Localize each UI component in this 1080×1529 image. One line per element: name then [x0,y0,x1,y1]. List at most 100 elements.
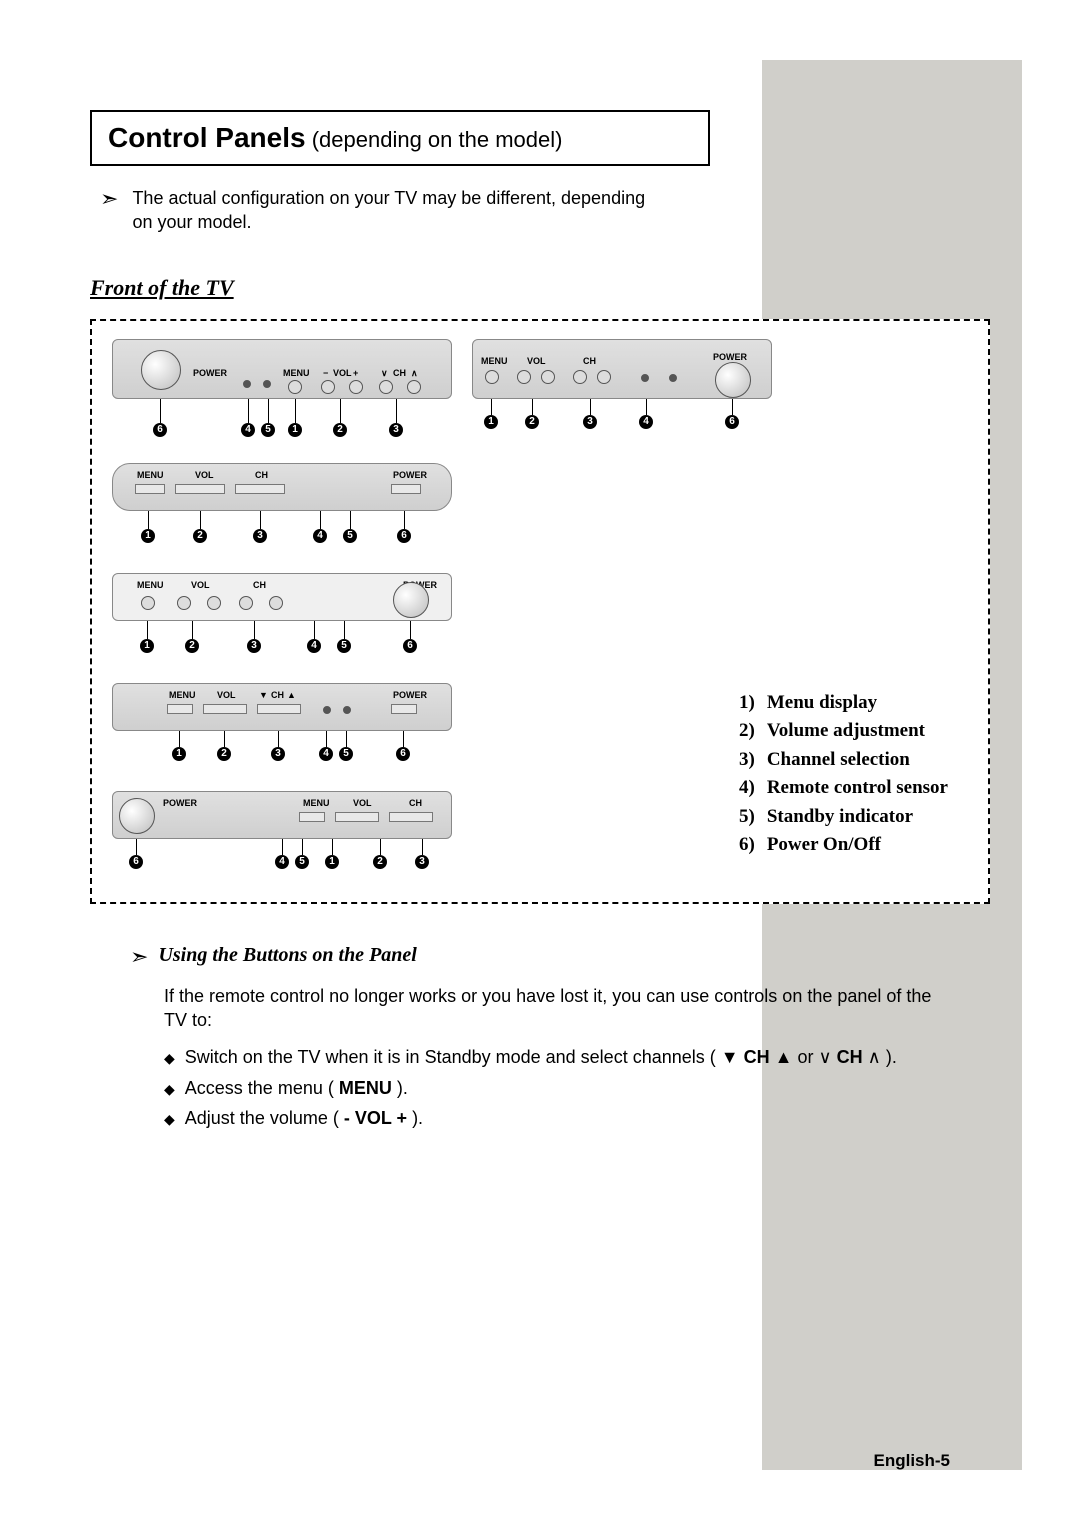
callout-d4: 4 [307,639,321,653]
legend-num-3: 3) [733,746,755,775]
callout-f4: 4 [275,855,289,869]
callout-e5: 5 [339,747,353,761]
callout-f3: 3 [415,855,429,869]
callout-d6: 6 [403,639,417,653]
vol-label: VOL [333,368,352,378]
ch-label-f: CH [409,798,422,808]
callout-c1: 1 [141,529,155,543]
sensor-dot [243,380,251,388]
menu-label-f: MENU [303,798,330,808]
b1e: ). [886,1047,897,1067]
rect-ch [235,484,285,494]
callout-b1: 1 [484,415,498,429]
chev-down-icon: ∨ [818,1047,831,1067]
callout-d3: 3 [247,639,261,653]
callout-3: 3 [389,423,403,437]
panel-variant-a: POWER MENU − VOL + ∨ CH ∧ [112,339,452,399]
callout-d2: 2 [185,639,199,653]
callout-f2: 2 [373,855,387,869]
menu-label-c: MENU [137,470,164,480]
callout-1: 1 [288,423,302,437]
using-block: ➣ Using the Buttons on the Panel If the … [130,944,990,1134]
using-intro: If the remote control no longer works or… [164,984,954,1033]
menu-label-e: MENU [169,690,196,700]
title-box: Control Panels (depending on the model) [90,110,710,166]
legend-num-4: 4) [733,774,755,803]
ch-label-b: CH [583,356,596,366]
power-label-e: POWER [393,690,427,700]
bullet-1: ◆ Switch on the TV when it is in Standby… [164,1042,990,1073]
callout-b4: 4 [639,415,653,429]
page-content: Control Panels (depending on the model) … [0,0,1080,1134]
callout-c6: 6 [397,529,411,543]
vol-down-b [517,370,531,384]
power-b [715,362,751,398]
vol-up-b [541,370,555,384]
b3a: Adjust the volume ( [185,1108,344,1128]
legend-text-3: Channel selection [767,746,910,775]
vol-label-e: VOL [217,690,236,700]
menu-btn [288,380,302,394]
ch-label-e: CH [271,690,284,700]
tri-down-icon: ▼ [721,1047,739,1067]
front-of-tv-heading: Front of the TV [90,275,990,301]
vol-plus-label: + [353,368,358,378]
callout-e4: 4 [319,747,333,761]
bullet-3: ◆ Adjust the volume ( - VOL + ). [164,1103,990,1134]
vol-label-c: VOL [195,470,214,480]
ch-up-b [597,370,611,384]
rect-power [391,484,421,494]
callout-6: 6 [153,423,167,437]
power-button [141,350,181,390]
panel-variant-e: MENU VOL ▼ CH ▲ POWER [112,683,452,731]
menu-label-b: MENU [481,356,508,366]
standby-dot [263,380,271,388]
b2a: Access the menu ( [185,1078,339,1098]
callout-f6: 6 [129,855,143,869]
legend-num-2: 2) [733,717,755,746]
menu-btn-b [485,370,499,384]
note-arrow-icon: ➣ [100,188,118,210]
power-label-c: POWER [393,470,427,480]
ch-label: CH [393,368,406,378]
diagram-box: POWER MENU − VOL + ∨ CH ∧ 6 4 5 1 2 3 [90,319,990,904]
vol-label-f: VOL [353,798,372,808]
tri-up-icon: ▲ [775,1047,793,1067]
diamond-icon: ◆ [164,1108,175,1134]
title-light: (depending on the model) [306,127,563,152]
using-arrow-icon: ➣ [130,944,148,970]
sensor-b [641,374,649,382]
legend-num-1: 1) [733,689,755,718]
callout-f1: 1 [325,855,339,869]
bullet-2: ◆ Access the menu ( MENU ). [164,1073,990,1104]
callout-e6: 6 [396,747,410,761]
callout-f5: 5 [295,855,309,869]
vol-minus-label: − [323,368,328,378]
legend-text-1: Menu display [767,689,877,718]
b1c: or [797,1047,818,1067]
page-number: English-5 [873,1451,950,1471]
power-d [393,582,429,618]
legend-num-5: 5) [733,803,755,832]
vol-label-b: VOL [527,356,546,366]
callout-b6: 6 [725,415,739,429]
panel-variant-c: MENU VOL CH POWER [112,463,452,511]
diamond-icon: ◆ [164,1078,175,1104]
ch-up-btn [407,380,421,394]
panel-variant-f: POWER MENU VOL CH [112,791,452,839]
callout-e3: 3 [271,747,285,761]
standby-b [669,374,677,382]
callout-b2: 2 [525,415,539,429]
legend-text-6: Power On/Off [767,831,881,860]
panel-variant-d: MENU VOL CH POWER [112,573,452,621]
ch-label-d: CH [253,580,266,590]
b1a: Switch on the TV when it is in Standby m… [185,1047,721,1067]
vol-up-btn [349,380,363,394]
rect-vol [175,484,225,494]
callout-e1: 1 [172,747,186,761]
rect-menu [135,484,165,494]
callout-c3: 3 [253,529,267,543]
b3b: - VOL + [344,1108,407,1128]
b1d: CH [837,1047,868,1067]
callout-d5: 5 [337,639,351,653]
